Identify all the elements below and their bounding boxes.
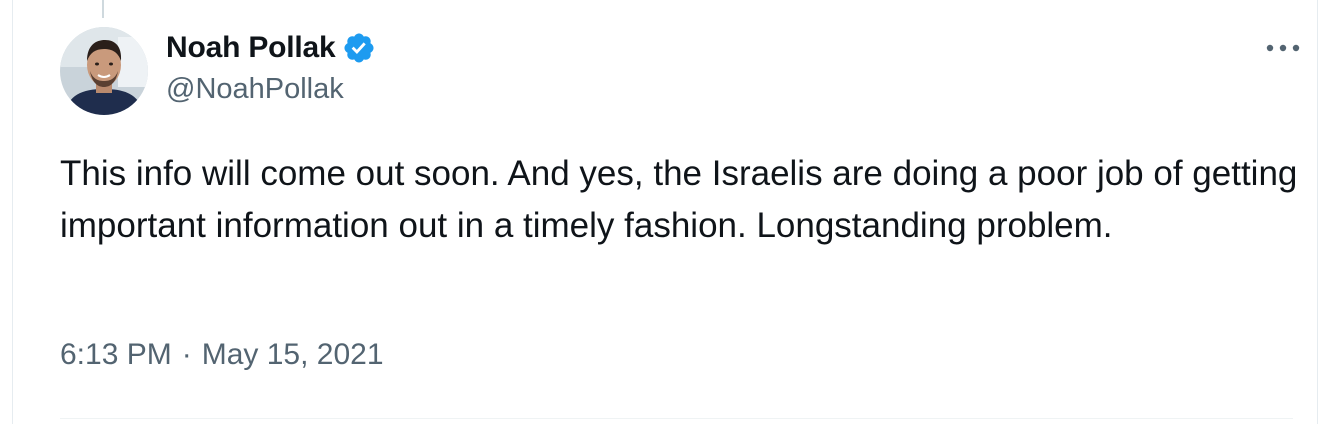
- tweet-card: Noah Pollak @NoahPollak This info will c…: [12, 0, 1318, 424]
- user-handle[interactable]: @NoahPollak: [166, 73, 344, 106]
- name-row: Noah Pollak: [166, 28, 376, 68]
- timestamp-separator: ·: [181, 338, 192, 371]
- avatar[interactable]: [60, 27, 148, 115]
- thread-connector-line: [102, 0, 104, 18]
- avatar-image: [60, 27, 148, 115]
- tweet-time: 6:13 PM: [60, 338, 172, 371]
- more-options-button[interactable]: [1261, 30, 1305, 66]
- tweet-timestamp[interactable]: 6:13 PM · May 15, 2021: [60, 338, 384, 372]
- display-name[interactable]: Noah Pollak: [166, 31, 336, 65]
- tweet-date: May 15, 2021: [201, 338, 384, 371]
- verified-badge-icon: [342, 31, 376, 65]
- more-options-icon: [1266, 44, 1300, 52]
- tweet-text: This info will come out soon. And yes, t…: [60, 154, 1298, 245]
- divider: [60, 418, 1293, 419]
